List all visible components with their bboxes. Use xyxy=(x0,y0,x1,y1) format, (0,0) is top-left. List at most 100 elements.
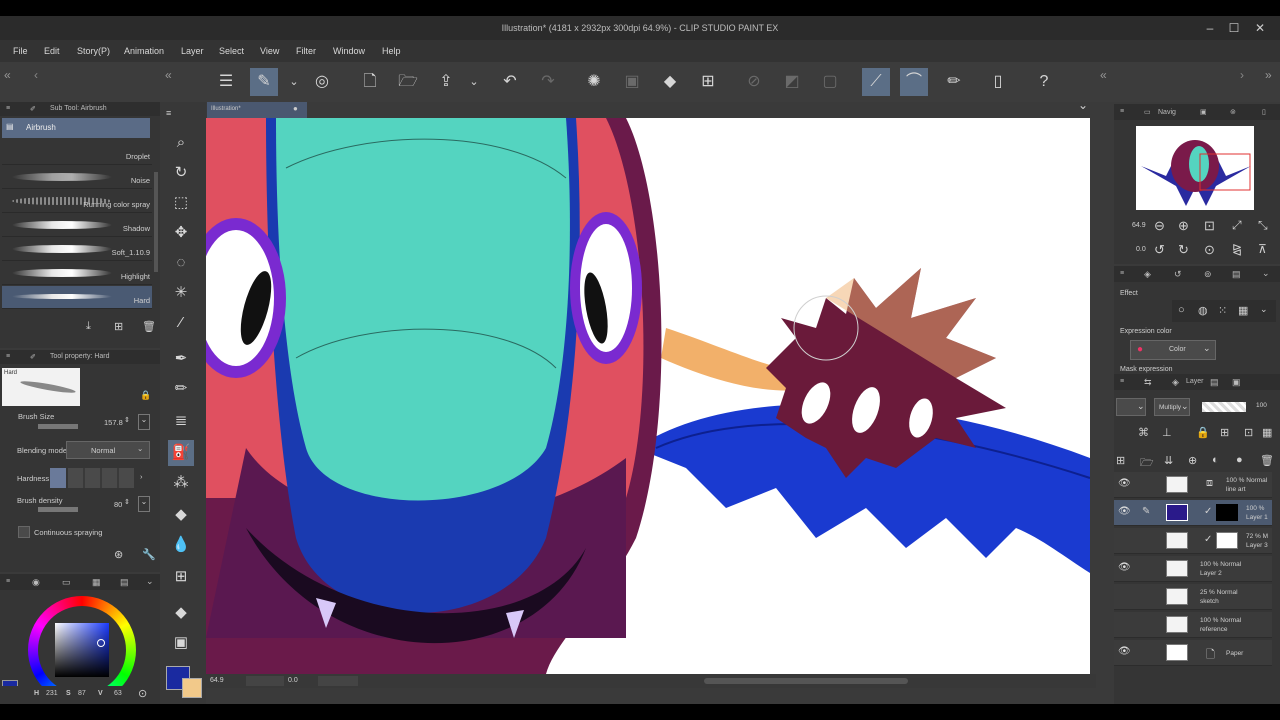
menu-icon[interactable]: ≡ xyxy=(1120,108,1124,115)
transform-icon[interactable]: ⊞ xyxy=(694,68,722,96)
chevron-right-icon[interactable]: › xyxy=(1240,68,1244,82)
brush-size-expand-icon[interactable]: ⌄ xyxy=(138,414,150,430)
menu-icon[interactable]: ≡ xyxy=(1120,270,1124,277)
collapse-toolbar-icon[interactable]: « xyxy=(165,68,172,82)
brush-density-expand-icon[interactable]: ⌄ xyxy=(138,496,150,512)
brush-density-value[interactable]: 80 xyxy=(114,500,122,509)
menu-edit[interactable]: Edit xyxy=(44,46,60,56)
menu-icon[interactable]: ≡ xyxy=(6,578,10,585)
horizontal-scrollbar[interactable] xyxy=(704,678,908,684)
material-tab-icon[interactable]: ▤ xyxy=(1210,377,1219,388)
blending-mode-select[interactable]: Normal ⌄ xyxy=(66,441,150,459)
undo-icon[interactable]: ↶ xyxy=(496,68,524,96)
chevron-down-icon[interactable]: ⌄ xyxy=(146,576,154,587)
lock-layer-icon[interactable]: 🔒 xyxy=(1196,426,1210,439)
color-slider-tab-icon[interactable]: ▭ xyxy=(62,577,71,588)
history-tab-icon[interactable]: ↺ xyxy=(1174,269,1182,280)
clip-layer-icon[interactable]: ⊡ xyxy=(1244,426,1253,439)
chevron-right-icon[interactable]: › xyxy=(140,472,143,481)
airbrush-tool-icon[interactable]: ⛽ xyxy=(168,440,194,466)
hardness-steps[interactable] xyxy=(68,468,134,488)
fill-tool-icon[interactable]: ◆ xyxy=(168,600,194,626)
chevron-down-icon[interactable]: ⌄ xyxy=(280,68,308,96)
menu-story[interactable]: Story(P) xyxy=(77,46,110,56)
eyedropper-mode-icon[interactable]: ⊙ xyxy=(138,687,147,700)
subtool-scrollbar[interactable] xyxy=(154,172,158,272)
brush-droplet[interactable]: Droplet xyxy=(2,142,152,165)
brush-tool-icon[interactable]: ✎ xyxy=(250,68,278,96)
pen-mode-icon[interactable]: ⟋ xyxy=(862,68,890,96)
smartphone-icon[interactable]: ▯ xyxy=(984,68,1012,96)
menu-icon[interactable]: ≡ xyxy=(6,105,10,112)
palette-color-select[interactable]: ⌄ xyxy=(1116,398,1146,416)
zoom-in-icon[interactable]: ⊕ xyxy=(1178,218,1189,234)
transfer-down-icon[interactable]: ⇊ xyxy=(1164,454,1173,467)
layer-row[interactable]: 👁 ⧈ 100 % Normal line art xyxy=(1114,472,1272,498)
navigator-preview[interactable] xyxy=(1136,126,1254,210)
chevron-down-icon[interactable]: ⌄ xyxy=(1260,304,1268,315)
layers-tab-icon[interactable]: ◈ xyxy=(1172,377,1179,388)
opacity-value[interactable]: 100 xyxy=(1256,402,1267,409)
visibility-eye-icon[interactable]: 👁 xyxy=(1118,646,1131,657)
tool-sub-color[interactable] xyxy=(182,678,202,698)
timeline-tab-icon[interactable]: ▣ xyxy=(1232,377,1241,388)
zoom-out-icon[interactable]: ⊖ xyxy=(1154,218,1165,234)
animation-cels-tab-icon[interactable]: ⇆ xyxy=(1144,377,1152,388)
stabilizer-icon[interactable]: ◎ xyxy=(308,68,336,96)
brush-highlight[interactable]: Highlight xyxy=(2,262,152,285)
crop-icon[interactable]: ▢ xyxy=(816,68,844,96)
operation-tool-icon[interactable]: ⬚ xyxy=(168,190,194,216)
figure-tool-icon[interactable]: ⊞ xyxy=(168,564,194,590)
layer-row-selected[interactable]: 👁 ✎ ✓ 100 % Layer 1 xyxy=(1114,500,1272,526)
pen-tool-icon[interactable]: ✒ xyxy=(168,346,194,372)
delete-subtool-icon[interactable]: 🗑 xyxy=(142,320,156,333)
menu-layer[interactable]: Layer xyxy=(181,46,204,56)
fit-window-icon[interactable]: ⤡ xyxy=(1258,218,1268,233)
wrench-icon[interactable]: 🔧 xyxy=(142,548,156,561)
pencil-tool-icon[interactable]: ✏ xyxy=(168,376,194,402)
brush-size-value[interactable]: 157.8 xyxy=(104,418,123,427)
menu-filter[interactable]: Filter xyxy=(296,46,316,56)
layer-row[interactable]: ✓ 72 % M Layer 3 xyxy=(1114,528,1272,554)
lasso-tool-icon[interactable]: ◌ xyxy=(168,250,194,276)
flip-vertical-icon[interactable]: ⊼ xyxy=(1258,242,1267,256)
sv-cursor[interactable] xyxy=(97,639,105,647)
reset-rotation-icon[interactable]: ⊙ xyxy=(1204,242,1215,258)
brush-mode-icon[interactable]: ⌒ xyxy=(900,68,928,96)
info-tab-icon[interactable]: ⊚ xyxy=(1230,108,1236,116)
menu-view[interactable]: View xyxy=(260,46,279,56)
collapse-right-icon[interactable]: « xyxy=(1100,68,1107,82)
zoom-slider[interactable] xyxy=(246,676,284,686)
close-tab-icon[interactable]: ● xyxy=(293,104,298,113)
layer-property-tab-icon[interactable]: ◈ xyxy=(1144,269,1151,280)
color-set-tab-icon[interactable]: ▦ xyxy=(92,577,101,588)
brush-shadow[interactable]: Shadow xyxy=(2,214,152,237)
fill-icon[interactable]: ◆ xyxy=(656,68,684,96)
menu-icon[interactable]: ≡ xyxy=(1120,378,1124,385)
color-wheel-tab-icon[interactable]: ◉ xyxy=(32,577,40,588)
draft-layer-icon[interactable]: ⊥ xyxy=(1162,426,1172,439)
decoration-tool-icon[interactable]: ⁂ xyxy=(168,470,194,496)
redo-icon[interactable]: ↷ xyxy=(534,68,562,96)
pencil-icon[interactable]: ✏ xyxy=(940,68,968,96)
border-effect-icon[interactable]: ○ xyxy=(1178,304,1185,316)
brush-size-stepper-icon[interactable]: ⇕ xyxy=(124,416,130,424)
move-layer-tool-icon[interactable]: ✥ xyxy=(168,220,194,246)
tab-illustration[interactable]: Illustration* ● xyxy=(207,102,307,118)
maximize-button[interactable]: ☐ xyxy=(1224,19,1244,37)
copy-subtool-icon[interactable]: ⤓ xyxy=(86,320,91,333)
layer-search-tab-icon[interactable]: ▤ xyxy=(1232,269,1241,280)
rotate-right-icon[interactable]: ↻ xyxy=(1178,242,1189,258)
help-icon[interactable]: ? xyxy=(1030,68,1058,96)
menu-window[interactable]: Window xyxy=(333,46,365,56)
rotate-left-icon[interactable]: ↺ xyxy=(1154,242,1165,258)
export-icon[interactable]: ⇪ xyxy=(432,68,460,96)
new-raster-layer-icon[interactable]: ⊞ xyxy=(1116,454,1125,467)
layer-color-icon[interactable]: ▦ xyxy=(1238,304,1248,317)
reference-layer-icon[interactable]: ⌘ xyxy=(1138,426,1149,439)
add-subtool-icon[interactable]: ⊞ xyxy=(114,320,123,333)
item-bank-tab-icon[interactable]: ▯ xyxy=(1262,108,1266,116)
watercolor-effect-icon[interactable]: ◍ xyxy=(1198,304,1208,317)
angle-value[interactable]: 0.0 xyxy=(288,677,298,684)
export-dropdown-icon[interactable]: ⌄ xyxy=(460,68,488,96)
